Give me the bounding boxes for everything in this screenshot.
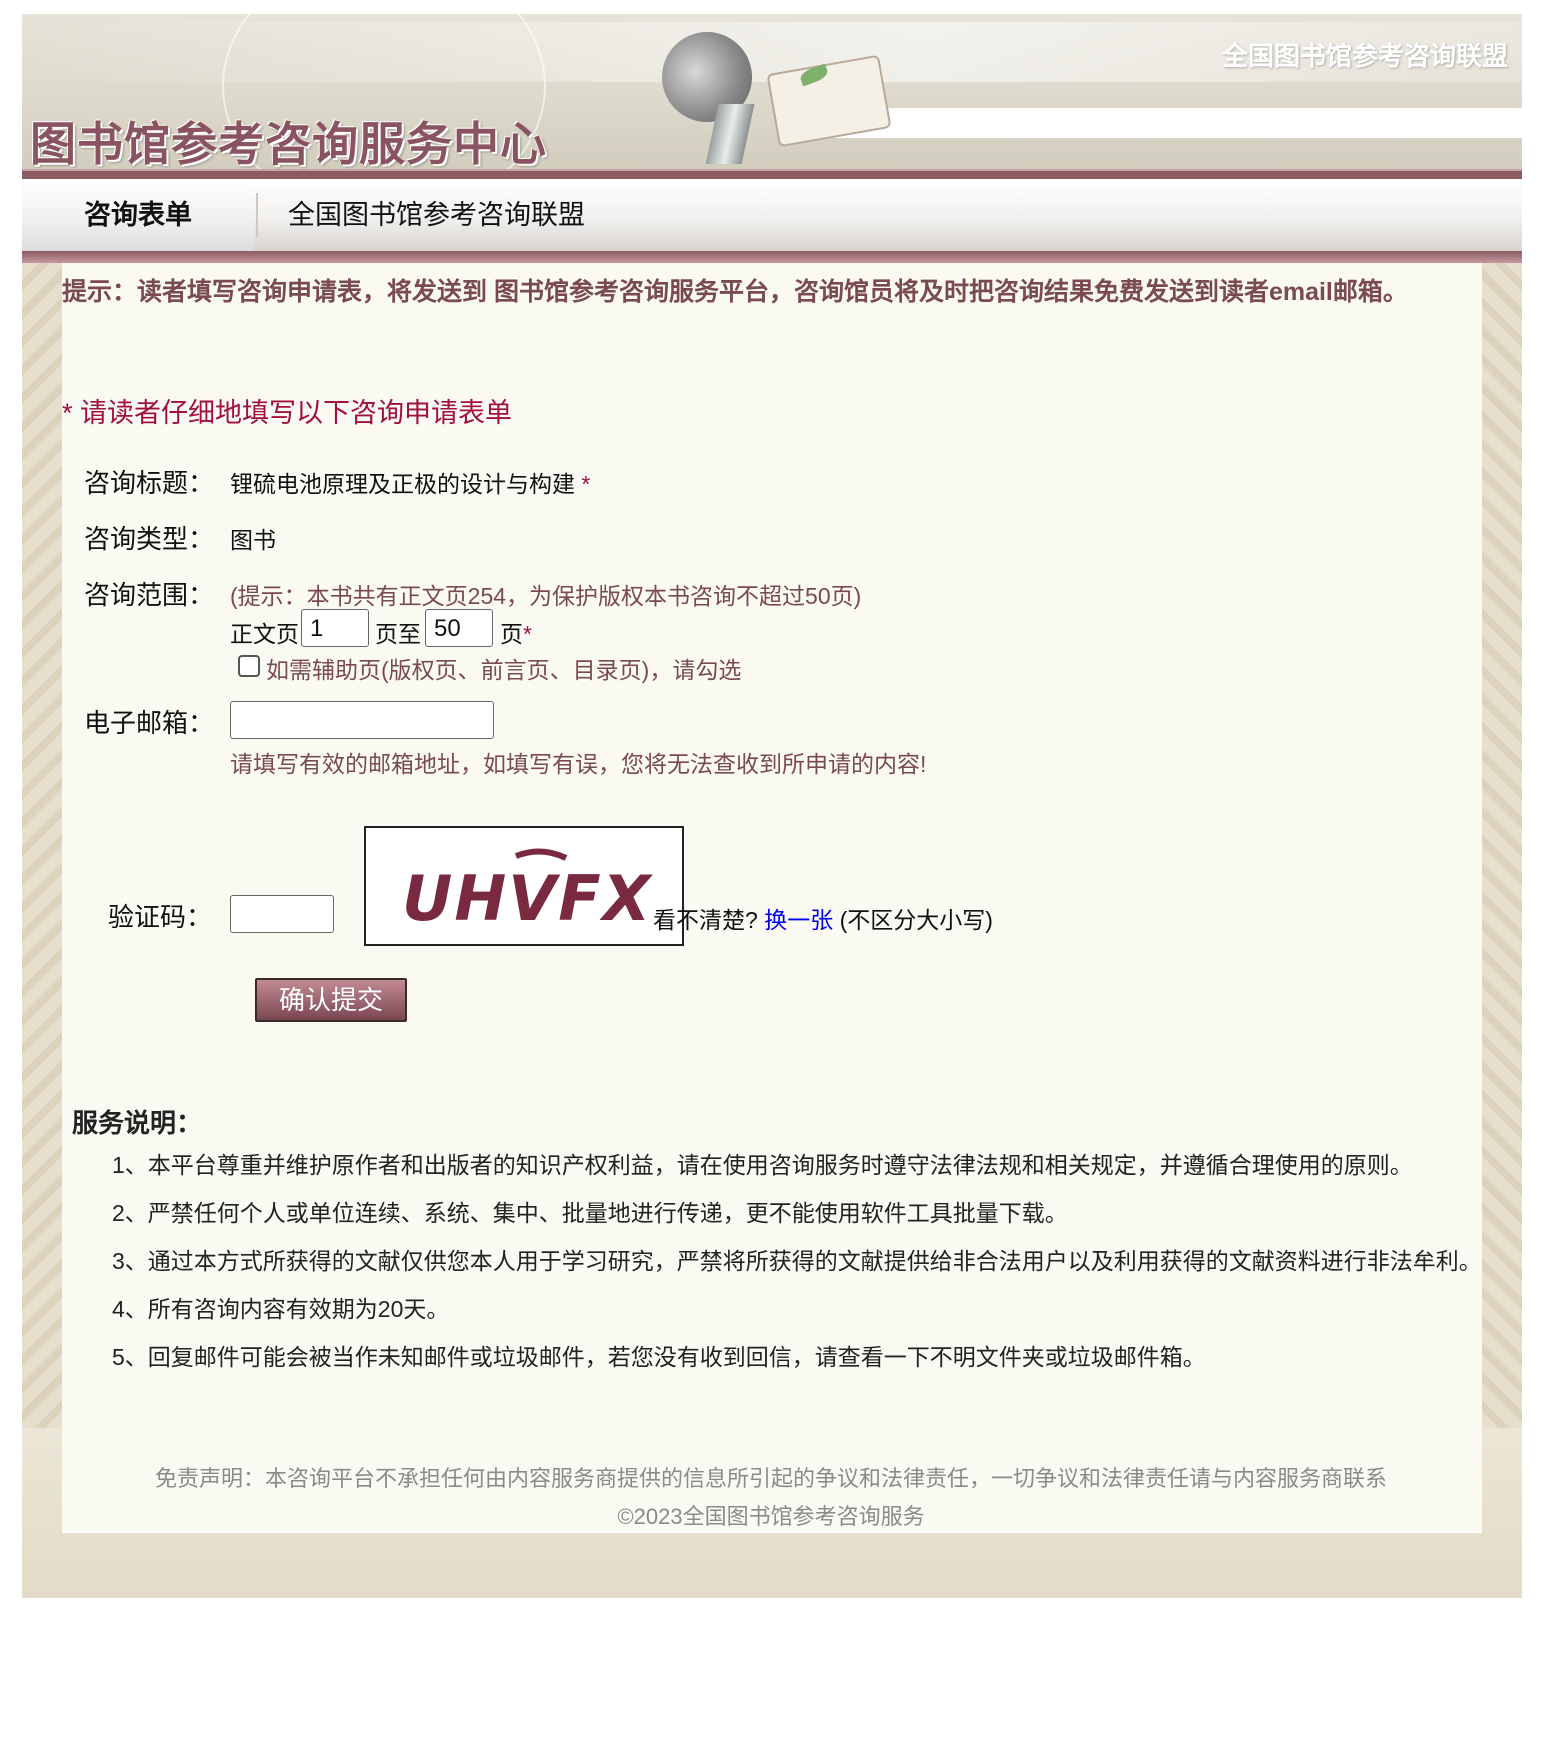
scope-hint: (提示：本书共有正文页254，为保护版权本书咨询不超过50页) xyxy=(230,583,862,609)
captcha-image[interactable]: UHVFX xyxy=(364,826,684,946)
email-field[interactable] xyxy=(230,701,494,739)
tab-separator xyxy=(256,193,258,237)
captcha-label: 验证码： xyxy=(108,902,213,932)
page-suffix-group: 页* xyxy=(500,615,532,649)
captcha-unclear: 看不清楚? xyxy=(653,907,758,933)
aux-pages-label: 如需辅助页(版权页、前言页、目录页)，请勾选 xyxy=(266,657,742,683)
page-frame: 图书馆参考咨询服务中心 全国图书馆参考咨询联盟 咨询表单 全国图书馆参考咨询联盟… xyxy=(22,14,1522,1598)
type-label: 咨询类型： xyxy=(84,524,215,554)
page-mid: 页至 xyxy=(375,621,421,647)
form-heading: * 请读者仔细地填写以下咨询申请表单 xyxy=(62,391,512,430)
main-content: 提示：读者填写咨询申请表，将发送到 图书馆参考咨询服务平台，咨询馆员将及时把咨询… xyxy=(22,263,1522,1598)
left-decoration xyxy=(22,263,62,1428)
email-hint: 请填写有效的邮箱地址，如填写有误，您将无法查收到所申请的内容! xyxy=(230,751,927,777)
page-suffix: 页 xyxy=(500,621,523,647)
captcha-art: UHVFX xyxy=(402,848,654,935)
captcha-refresh-link[interactable]: 换一张 xyxy=(764,907,833,933)
type-value: 图书 xyxy=(230,527,276,553)
site-logo: 图书馆参考咨询服务中心 xyxy=(30,118,547,169)
scope-label: 咨询范围： xyxy=(84,580,215,610)
tab-bar: 咨询表单 全国图书馆参考咨询联盟 xyxy=(22,179,1522,251)
form-heading-text: 请读者仔细地填写以下咨询申请表单 xyxy=(80,398,513,428)
footer-disclaimer: 免责声明：本咨询平台不承担任何由内容服务商提供的信息所引起的争议和法律责任，一切… xyxy=(154,1466,1387,1491)
service-list: 1、本平台尊重并维护原作者和出版者的知识产权利益，请在使用咨询服务时遵守法律法规… xyxy=(112,1141,1507,1381)
captcha-text: UHVFX xyxy=(402,862,654,935)
page-footer: 免责声明：本咨询平台不承担任何由内容服务商提供的信息所引起的争议和法律责任，一切… xyxy=(0,1460,1542,1536)
captcha-help-group: 看不清楚? 换一张 (不区分大小写) xyxy=(653,901,993,935)
page-required-mark: * xyxy=(523,621,532,647)
submit-button[interactable]: 确认提交 xyxy=(255,978,407,1022)
banner-wave xyxy=(782,108,1522,138)
service-item: 3、通过本方式所获得的文献仅供您本人用于学习研究，严禁将所获得的文献提供给非合法… xyxy=(112,1248,1482,1274)
service-item: 2、严禁任何个人或单位连续、系统、集中、批量地进行传递，更不能使用软件工具批量下… xyxy=(112,1200,1068,1226)
service-item: 4、所有咨询内容有效期为20天。 xyxy=(112,1296,450,1322)
alliance-title[interactable]: 全国图书馆参考咨询联盟 xyxy=(1222,36,1508,73)
service-item: 5、回复邮件可能会被当作未知邮件或垃圾邮件，若您没有收到回信，请查看一下不明文件… xyxy=(112,1344,1206,1370)
footer-copyright: ©2023全国图书馆参考咨询服务 xyxy=(617,1504,925,1529)
title-value: 锂硫电池原理及正极的设计与构建 xyxy=(230,471,575,497)
tab-bar-underline xyxy=(22,251,1522,263)
title-required-mark: * xyxy=(581,471,591,497)
tab-alliance[interactable]: 全国图书馆参考咨询联盟 xyxy=(288,179,585,251)
service-item: 1、本平台尊重并维护原作者和出版者的知识产权利益，请在使用咨询服务时遵守法律法规… xyxy=(112,1152,1413,1178)
tab-consult-form[interactable]: 咨询表单 xyxy=(22,179,254,251)
page-from-input[interactable]: 1 xyxy=(301,609,369,647)
notice-text: 提示：读者填写咨询申请表，将发送到 图书馆参考咨询服务平台，咨询馆员将及时把咨询… xyxy=(62,278,1408,306)
email-label: 电子邮箱： xyxy=(84,708,215,738)
title-label: 咨询标题： xyxy=(84,468,215,498)
page-prefix: 正文页 xyxy=(230,621,299,647)
title-value-group: 锂硫电池原理及正极的设计与构建 * xyxy=(230,465,590,499)
header-banner: 图书馆参考咨询服务中心 全国图书馆参考咨询联盟 xyxy=(22,14,1522,169)
service-title: 服务说明： xyxy=(72,1108,203,1138)
captcha-input[interactable] xyxy=(230,895,334,933)
captcha-note: (不区分大小写) xyxy=(839,907,993,933)
aux-pages-checkbox[interactable] xyxy=(238,655,260,677)
form-heading-star: * xyxy=(62,398,73,428)
header-divider xyxy=(22,169,1522,179)
page-to-input[interactable]: 50 xyxy=(425,609,493,647)
